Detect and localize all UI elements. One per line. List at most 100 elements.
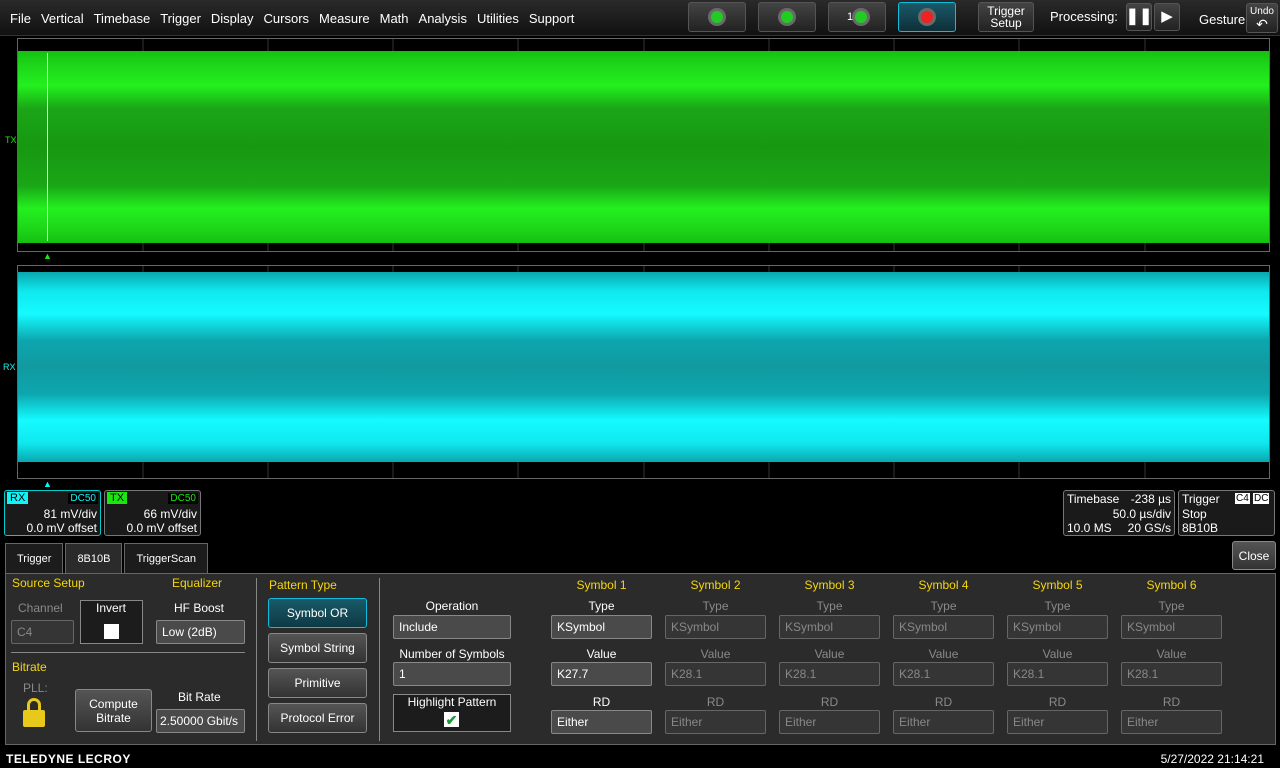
symbol-5-type-label: Type — [1044, 599, 1071, 613]
undo-button[interactable]: Undo ↶ — [1246, 3, 1278, 33]
symbol-2-rd-select[interactable]: Either — [665, 710, 766, 734]
operation-select[interactable]: Include — [393, 615, 511, 639]
divider — [11, 652, 245, 653]
protocol-error-button[interactable]: Protocol Error — [268, 703, 367, 733]
menu-support[interactable]: Support — [529, 11, 575, 26]
number-of-symbols-label: Number of Symbols — [399, 647, 505, 661]
symbol-3-value-label: Value — [814, 647, 845, 661]
symbol-4-rd-label: RD — [934, 695, 953, 709]
lock-icon — [23, 698, 45, 728]
menu-vertical[interactable]: Vertical — [41, 11, 84, 26]
highlight-pattern-label: Highlight Pattern — [407, 695, 497, 709]
symbol-1-rd-select[interactable]: Either — [551, 710, 652, 734]
tx-trace — [18, 51, 1269, 243]
symbol-3-type-select[interactable]: KSymbol — [779, 615, 880, 639]
symbol-5-type-select[interactable]: KSymbol — [1007, 615, 1108, 639]
play-button[interactable]: ▶ — [1154, 3, 1180, 31]
symbol-5-rd-label: RD — [1048, 695, 1067, 709]
trigger-setup-button[interactable]: Trigger Setup — [978, 2, 1034, 32]
toolbar-button-3[interactable]: 1 — [828, 2, 886, 32]
timebase-descriptor[interactable]: Timebase -238 µs 50.0 µs/div 10.0 MS 20 … — [1063, 490, 1175, 536]
tx-waveform-grid[interactable] — [17, 38, 1270, 252]
primitive-button[interactable]: Primitive — [268, 668, 367, 698]
channel-select[interactable]: C4 — [11, 620, 74, 644]
pause-icon: ❚❚ — [1125, 8, 1153, 25]
toolbar-button-4[interactable] — [898, 2, 956, 32]
menu-measure[interactable]: Measure — [319, 11, 370, 26]
symbol-3-value-select[interactable]: K28.1 — [779, 662, 880, 686]
symbol-string-button[interactable]: Symbol String — [268, 633, 367, 663]
symbol-4-type-select[interactable]: KSymbol — [893, 615, 994, 639]
symbol-5-rd-select[interactable]: Either — [1007, 710, 1108, 734]
green-dot-icon — [781, 11, 793, 23]
symbol-1-type-select[interactable]: KSymbol — [551, 615, 652, 639]
processing-label: Processing: — [1050, 9, 1118, 24]
toolbar-button-1[interactable] — [688, 2, 746, 32]
symbol-1-value-label: Value — [586, 647, 617, 661]
symbol-3-rd-select[interactable]: Either — [779, 710, 880, 734]
symbol-6-value-select[interactable]: K28.1 — [1121, 662, 1222, 686]
highlight-pattern-checkbox[interactable]: ✔ — [444, 712, 459, 727]
rx-channel-marker: RX — [3, 362, 16, 372]
symbol-2-rd-label: RD — [706, 695, 725, 709]
symbol-2-value-select[interactable]: K28.1 — [665, 662, 766, 686]
tx-channel-marker: TX — [5, 135, 17, 145]
symbol-or-button[interactable]: Symbol OR — [268, 598, 367, 628]
symbol-1-value-select[interactable]: K27.7 — [551, 662, 652, 686]
tx-trigger-cursor — [47, 53, 48, 241]
toolbar-button-2[interactable] — [758, 2, 816, 32]
symbol-3-rd-label: RD — [820, 695, 839, 709]
compute-bitrate-button[interactable]: Compute Bitrate — [75, 689, 152, 732]
close-button[interactable]: Close — [1232, 541, 1276, 570]
symbol-2-value-label: Value — [700, 647, 731, 661]
symbol-2-type-select[interactable]: KSymbol — [665, 615, 766, 639]
symbol-6-type-select[interactable]: KSymbol — [1121, 615, 1222, 639]
trigger-descriptor[interactable]: Trigger C4 DC Stop 8B10B — [1178, 490, 1275, 536]
menu-display[interactable]: Display — [211, 11, 254, 26]
tx-trigger-arrow-icon: ▲ — [43, 251, 52, 261]
tab-trigger[interactable]: Trigger — [5, 543, 64, 573]
symbol-5-value-select[interactable]: K28.1 — [1007, 662, 1108, 686]
symbol-4-type-label: Type — [930, 599, 957, 613]
bitrate-field[interactable]: 2.50000 Gbit/s — [156, 709, 245, 733]
brand-logo: TELEDYNE LECROY — [6, 752, 131, 766]
tab-8b10b[interactable]: 8B10B — [65, 543, 123, 574]
menu-math[interactable]: Math — [380, 11, 409, 26]
red-dot-icon — [921, 11, 933, 23]
number-of-symbols-field[interactable]: 1 — [393, 662, 511, 686]
symbol-2-title: Symbol 2 — [690, 578, 741, 592]
symbol-4-value-select[interactable]: K28.1 — [893, 662, 994, 686]
operation-label: Operation — [425, 599, 479, 613]
symbol-4-rd-select[interactable]: Either — [893, 710, 994, 734]
tab-triggerscan[interactable]: TriggerScan — [124, 543, 208, 573]
menu-cursors[interactable]: Cursors — [264, 11, 310, 26]
rx-channel-descriptor[interactable]: RX DC50 81 mV/div 0.0 mV offset — [4, 490, 101, 536]
symbol-1-rd-label: RD — [592, 695, 611, 709]
symbol-6-rd-select[interactable]: Either — [1121, 710, 1222, 734]
main-menu: File Vertical Timebase Trigger Display Cursor… — [0, 0, 574, 36]
vertical-divider — [256, 578, 257, 741]
equalizer-title: Equalizer — [172, 576, 223, 590]
menu-bar: File Vertical Timebase Trigger Display Cursor… — [0, 0, 1280, 36]
source-setup-title: Source Setup — [12, 576, 85, 590]
menu-utilities[interactable]: Utilities — [477, 11, 519, 26]
bitrate-title: Bitrate — [12, 660, 47, 674]
symbol-2-type-label: Type — [702, 599, 729, 613]
menu-trigger[interactable]: Trigger — [160, 11, 201, 26]
pause-button[interactable]: ❚❚ — [1126, 3, 1152, 31]
invert-checkbox[interactable] — [104, 624, 119, 639]
menu-analysis[interactable]: Analysis — [419, 11, 467, 26]
dialog-tabs: Trigger 8B10B TriggerScan — [5, 543, 210, 574]
hf-boost-select[interactable]: Low (2dB) — [156, 620, 245, 644]
symbol-3-type-label: Type — [816, 599, 843, 613]
bitrate-label: Bit Rate — [178, 690, 221, 704]
green-dot-icon — [711, 11, 723, 23]
menu-timebase[interactable]: Timebase — [94, 11, 151, 26]
rx-waveform-grid[interactable] — [17, 265, 1270, 479]
channel-label: Channel — [18, 601, 63, 615]
rx-trigger-arrow-icon: ▲ — [43, 479, 52, 489]
menu-file[interactable]: File — [10, 11, 31, 26]
hf-boost-label: HF Boost — [174, 601, 225, 615]
gesture-label: Gesture — [1199, 12, 1246, 27]
tx-channel-descriptor[interactable]: TX DC50 66 mV/div 0.0 mV offset — [104, 490, 201, 536]
